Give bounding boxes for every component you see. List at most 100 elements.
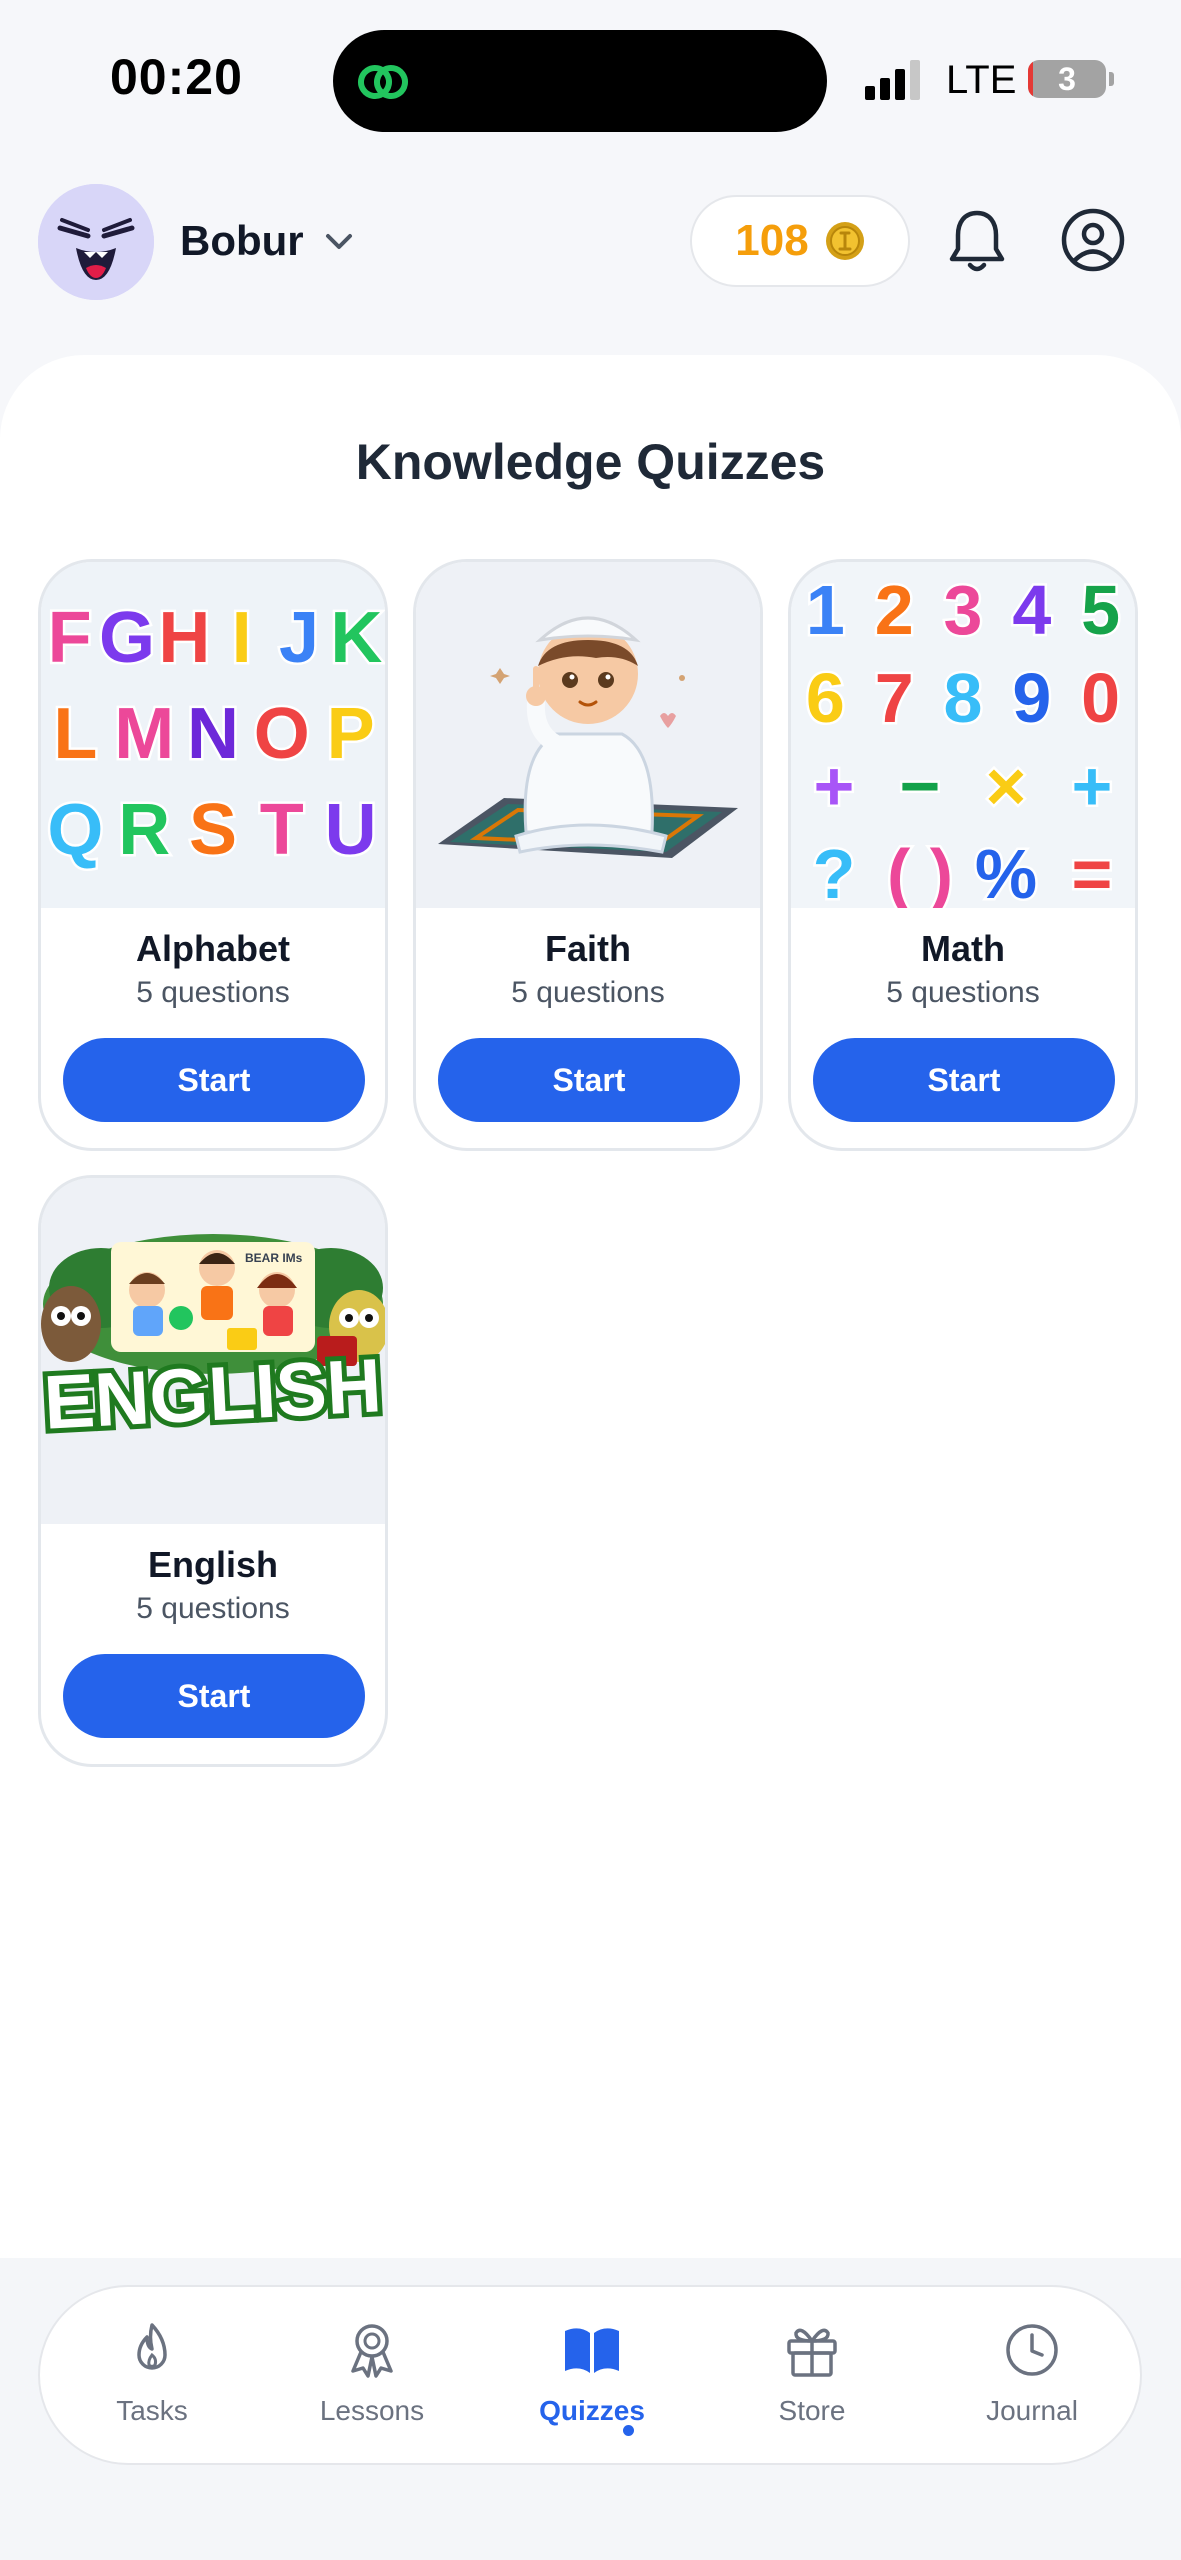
alphabet-letter-9: O	[254, 694, 310, 774]
english-image: BEAR IMs ENGLISH	[41, 1178, 385, 1524]
math-symbol-10: +	[814, 747, 855, 825]
math-symbol-7: 8	[944, 659, 983, 737]
nav-tasks[interactable]: Tasks	[62, 2319, 242, 2439]
quiz-question-count: 5 questions	[511, 976, 665, 1009]
top-header: Bobur 108	[0, 175, 1181, 315]
math-symbol-3: 4	[1012, 571, 1051, 649]
english-kids-illustration: BEAR IMs ENGLISH	[41, 1178, 385, 1524]
math-symbol-6: 7	[875, 659, 914, 737]
nav-label: Quizzes	[539, 2395, 645, 2426]
quiz-card-math: 1 2 3 4 5 6 7 8 9 0 + − × +?( )% = Math 5 questions St…	[788, 559, 1138, 1151]
alphabet-letter-1: G	[99, 598, 155, 678]
number-characters-illustration: 1 2 3 4 56 7 8 9 0+ − × +?( )% =	[791, 562, 1135, 908]
nav-label: Journal	[986, 2395, 1078, 2426]
coin-balance[interactable]: 108	[690, 195, 910, 287]
quiz-question-count: 5 questions	[136, 1592, 290, 1625]
award-ribbon-icon	[351, 2324, 393, 2378]
alphabet-letter-11: Q	[47, 790, 103, 870]
nav-label: Store	[778, 2395, 846, 2426]
status-time: 00:20	[110, 49, 243, 105]
quiz-title: Faith	[545, 928, 631, 969]
gold-coin-icon	[825, 222, 864, 260]
start-math-button[interactable]: Start	[813, 1038, 1115, 1122]
quizzes-sheet: Knowledge Quizzes FGHIJK LMNOP QRSTU Alpha…	[0, 355, 1181, 2260]
math-symbol-4: 5	[1081, 571, 1120, 649]
faith-image	[416, 562, 760, 908]
math-symbol-15: ( )	[887, 835, 953, 908]
math-symbol-9: 0	[1081, 659, 1120, 737]
dynamic-island	[333, 30, 827, 132]
math-symbol-5: 6	[806, 659, 845, 737]
alphabet-letter-8: N	[187, 694, 239, 774]
bottom-nav: Tasks Lessons Quizzes Store Journal	[38, 2285, 1142, 2465]
alphabet-image: FGHIJK LMNOP QRSTU	[41, 562, 385, 908]
math-symbol-11: −	[900, 747, 941, 825]
alphabet-letters-illustration: F G H I J K L M N O P Q R S T U	[41, 562, 385, 908]
signal-icon	[865, 60, 920, 100]
quiz-card-alphabet: FGHIJK LMNOP QRSTU Alphabet 5 questions St…	[38, 559, 388, 1151]
username: Bobur	[180, 217, 304, 264]
link-rings-icon	[358, 65, 408, 99]
alphabet-letter-3: I	[232, 598, 252, 678]
coin-count: 108	[735, 216, 809, 265]
nav-lessons[interactable]: Lessons	[282, 2319, 462, 2439]
quiz-title: Math	[921, 928, 1005, 969]
alphabet-letter-7: M	[114, 694, 174, 774]
alphabet-letter-4: J	[279, 598, 319, 678]
start-alphabet-button[interactable]: Start	[63, 1038, 365, 1122]
bell-icon[interactable]	[944, 207, 1010, 277]
math-symbol-13: +	[1072, 747, 1113, 825]
math-symbol-12: ×	[986, 747, 1027, 825]
math-symbol-14: ?	[813, 835, 856, 908]
alphabet-letter-15: U	[325, 790, 377, 870]
math-symbol-1: 2	[875, 571, 914, 649]
alphabet-letter-0: F	[48, 598, 92, 678]
quiz-question-count: 5 questions	[886, 976, 1040, 1009]
avatar[interactable]	[38, 184, 154, 300]
alphabet-letter-6: L	[53, 694, 97, 774]
math-image: 1 2 3 4 5 6 7 8 9 0 + − × +?( )% =	[791, 562, 1135, 908]
alphabet-letter-13: S	[189, 790, 237, 870]
quiz-card-english: BEAR IMs ENGLISH English 5 questions Sta…	[38, 1175, 388, 1767]
battery-icon: 3	[1028, 60, 1106, 98]
nav-journal[interactable]: Journal	[942, 2319, 1122, 2439]
open-book-icon	[565, 2328, 619, 2373]
page-title: Knowledge Quizzes	[355, 434, 826, 490]
nav-quizzes[interactable]: Quizzes	[502, 2319, 682, 2439]
english-wordmark: ENGLISH	[42, 1343, 384, 1446]
alphabet-letter-14: T	[260, 790, 304, 870]
alphabet-letter-10: P	[327, 694, 375, 774]
math-symbol-17: =	[1072, 835, 1113, 908]
app-screen: 00:20 LTE 3 Bobur 108 Knowledge Quizzes …	[0, 0, 1181, 2560]
clock-icon	[1006, 2324, 1058, 2376]
alphabet-letter-12: R	[118, 790, 170, 870]
quiz-question-count: 5 questions	[136, 976, 290, 1009]
chevron-down-icon	[325, 234, 352, 249]
status-bar: 00:20 LTE 3	[0, 0, 1181, 160]
battery-level: 3	[1058, 61, 1076, 97]
alphabet-letter-2: H	[158, 598, 210, 678]
svg-text:BEAR IMs: BEAR IMs	[245, 1251, 303, 1265]
math-symbol-8: 9	[1012, 659, 1051, 737]
start-faith-button[interactable]: Start	[438, 1038, 740, 1122]
math-symbol-16: %	[975, 835, 1037, 908]
alphabet-letter-5: K	[330, 598, 382, 678]
user-circle-icon[interactable]	[1060, 207, 1126, 273]
start-english-button[interactable]: Start	[63, 1654, 365, 1738]
quiz-card-faith: Faith 5 questions Start	[413, 559, 763, 1151]
math-symbol-0: 1	[806, 571, 845, 649]
account-switcher[interactable]: Bobur	[180, 211, 356, 271]
nav-label: Lessons	[319, 2395, 425, 2426]
quiz-title: English	[147, 1544, 278, 1585]
quiz-title: Alphabet	[135, 928, 290, 969]
battery-cap	[1109, 72, 1114, 86]
flame-icon	[137, 2323, 167, 2370]
nav-label: Tasks	[116, 2395, 188, 2426]
laughing-face-icon	[38, 184, 154, 300]
boy-praying-illustration	[438, 616, 738, 858]
nav-store[interactable]: Store	[722, 2319, 902, 2439]
math-symbol-2: 3	[944, 571, 983, 649]
active-tab-indicator	[623, 2425, 634, 2436]
network-label: LTE	[946, 58, 1017, 102]
gift-icon	[787, 2328, 837, 2377]
